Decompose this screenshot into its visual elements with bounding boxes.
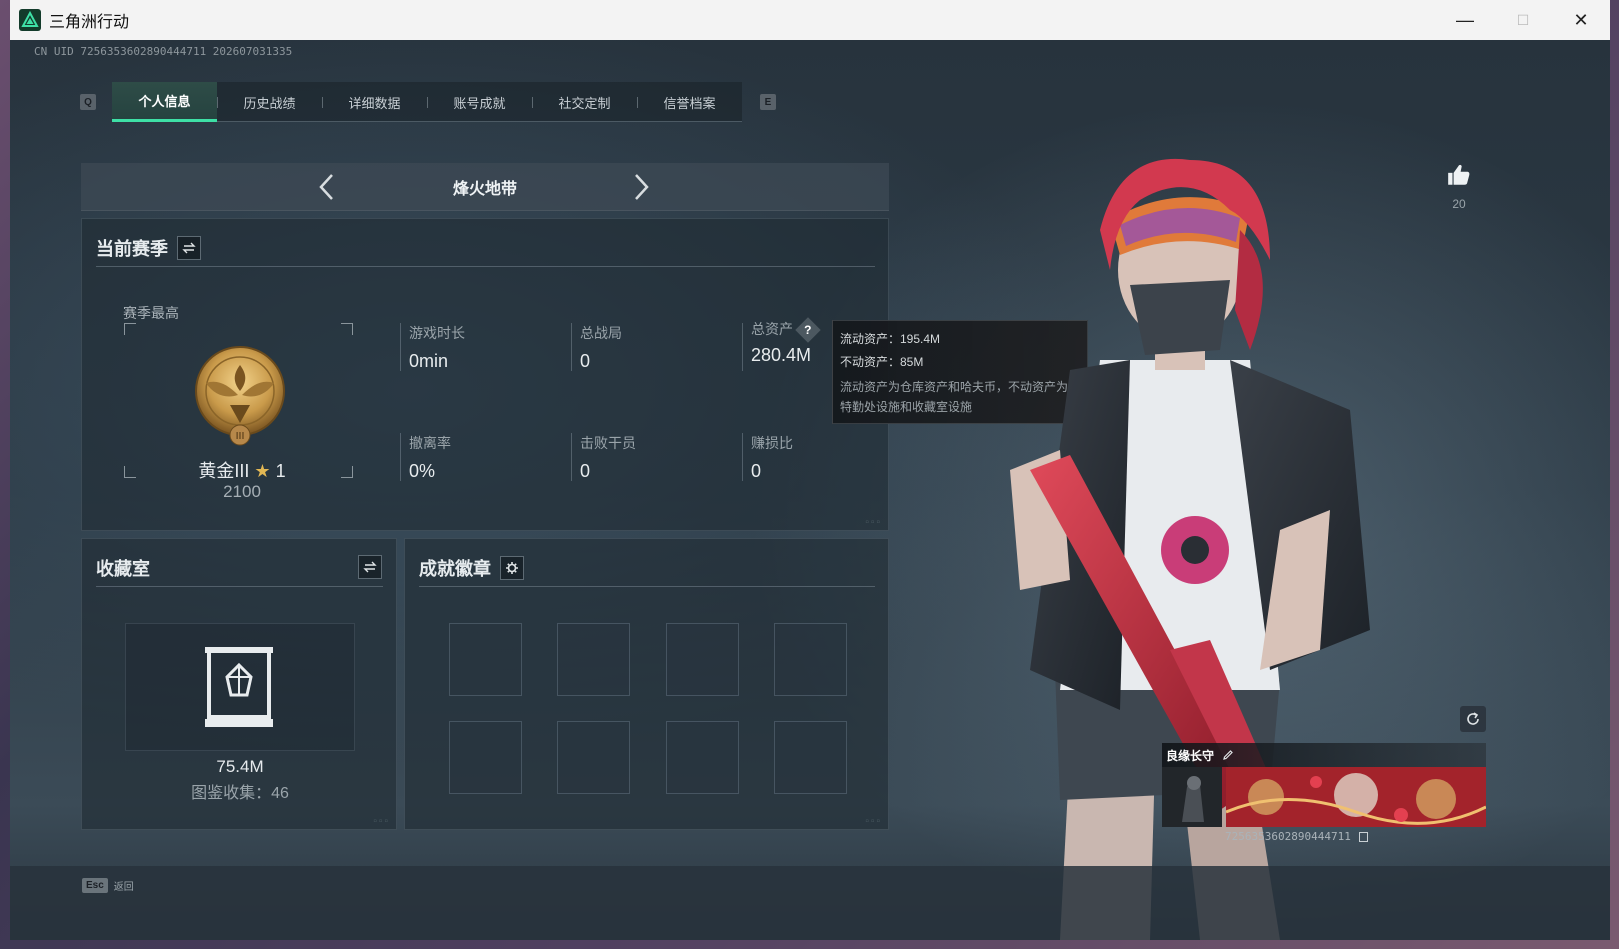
tab-social-custom[interactable]: 社交定制 xyxy=(532,82,637,122)
back-button[interactable]: Esc 返回 xyxy=(82,878,134,893)
refresh-icon xyxy=(1467,712,1479,725)
close-button[interactable]: ✕ xyxy=(1552,0,1610,40)
stat-extract-rate: 撤离率 0% xyxy=(409,435,451,481)
maximize-button[interactable]: ☐ xyxy=(1494,0,1552,40)
rank-stars: 1 xyxy=(275,461,286,481)
minimize-button[interactable]: — xyxy=(1436,0,1494,40)
badge-slot[interactable] xyxy=(449,721,522,794)
tab-list: 个人信息 历史战绩 详细数据 账号成就 社交定制 信誉档案 xyxy=(112,82,742,122)
tab-bar: Q 个人信息 历史战绩 详细数据 账号成就 社交定制 信誉档案 E xyxy=(80,82,776,122)
season-best-label: 赛季最高 xyxy=(123,305,179,321)
tab-achievements[interactable]: 账号成就 xyxy=(427,82,532,122)
rank-name: 黄金III ★ 1 xyxy=(198,461,286,481)
tab-personal-info[interactable]: 个人信息 xyxy=(112,82,217,122)
bottom-bar: Esc 返回 xyxy=(10,866,1610,940)
stat-profit-ratio: 赚损比 0 xyxy=(751,435,793,481)
rank-medal-icon: III xyxy=(192,343,288,447)
tab-detailed-data[interactable]: 详细数据 xyxy=(322,82,427,122)
collection-value: 75.4M xyxy=(216,757,264,776)
mode-selector: 烽火地带 xyxy=(81,163,889,211)
chevron-left-icon[interactable] xyxy=(313,172,343,202)
badge-slot[interactable] xyxy=(666,721,739,794)
thumbs-up-icon xyxy=(1448,164,1470,185)
edit-icon[interactable] xyxy=(1222,749,1234,761)
badge-slot[interactable] xyxy=(557,623,630,696)
title-bar: 三角洲行动 — ☐ ✕ xyxy=(10,0,1610,40)
collection-panel[interactable]: 收藏室 75.4M 图鉴收集：46 ▫▫▫ xyxy=(81,538,397,830)
current-season-panel: 当前赛季 赛季最高 III 黄金III ★ 1 2100 游戏时长 0min 总… xyxy=(81,218,889,531)
badge-slot[interactable] xyxy=(557,721,630,794)
esc-key: Esc xyxy=(82,878,108,893)
like-count: 20 xyxy=(1452,197,1466,211)
help-icon[interactable]: ? xyxy=(795,317,821,344)
main-content: CN UID 7256353602890444711 202607031335 … xyxy=(10,40,1610,940)
app-logo-icon xyxy=(19,9,41,31)
season-title: 当前赛季 xyxy=(96,239,168,259)
uid-text: CN UID 7256353602890444711 202607031335 xyxy=(34,45,293,58)
star-icon: ★ xyxy=(254,461,271,481)
achievement-title: 成就徽章 xyxy=(419,559,491,579)
tab-prev-key[interactable]: Q xyxy=(80,94,96,110)
collection-catalog: 图鉴收集：46 xyxy=(191,785,289,802)
tab-reputation[interactable]: 信誉档案 xyxy=(637,82,742,122)
badge-slot[interactable] xyxy=(774,721,847,794)
badge-slot[interactable] xyxy=(449,623,522,696)
stat-playtime: 游戏时长 0min xyxy=(409,325,465,371)
stat-total-matches: 总战局 0 xyxy=(580,325,622,371)
chevron-right-icon[interactable] xyxy=(625,172,655,202)
svg-text:III: III xyxy=(236,431,245,442)
display-case-icon xyxy=(205,645,273,729)
badge-slot[interactable] xyxy=(666,623,739,696)
tab-next-key[interactable]: E xyxy=(760,94,776,110)
mode-title: 烽火地带 xyxy=(452,180,517,198)
name-card-title: 良缘长守 xyxy=(1166,748,1215,763)
window-title: 三角洲行动 xyxy=(49,14,130,31)
badge-slot[interactable] xyxy=(774,623,847,696)
name-card-avatar xyxy=(1162,767,1222,827)
name-card-id: 7256353602890444711 xyxy=(1225,830,1369,843)
name-card-banner[interactable] xyxy=(1225,767,1487,827)
like-button[interactable]: 20 xyxy=(1444,162,1474,211)
gear-icon[interactable] xyxy=(500,556,524,580)
swap-icon[interactable] xyxy=(177,236,201,260)
copy-icon[interactable] xyxy=(1359,832,1369,842)
stat-kills: 击败干员 0 xyxy=(580,435,636,481)
game-window: 三角洲行动 — ☐ ✕ CN UID 7256353602890444711 2… xyxy=(10,0,1610,940)
rotate-button[interactable] xyxy=(1460,706,1486,732)
stat-total-assets: 总资产? 280.4M xyxy=(751,317,821,366)
swap-icon[interactable] xyxy=(358,555,382,579)
achievement-panel: 成就徽章 ▫▫▫ xyxy=(404,538,889,830)
tab-history[interactable]: 历史战绩 xyxy=(217,82,322,122)
name-card-header: 良缘长守 xyxy=(1162,743,1486,767)
back-label: 返回 xyxy=(113,882,134,893)
collection-title: 收藏室 xyxy=(96,559,150,579)
rank-score: 2100 xyxy=(223,482,261,501)
